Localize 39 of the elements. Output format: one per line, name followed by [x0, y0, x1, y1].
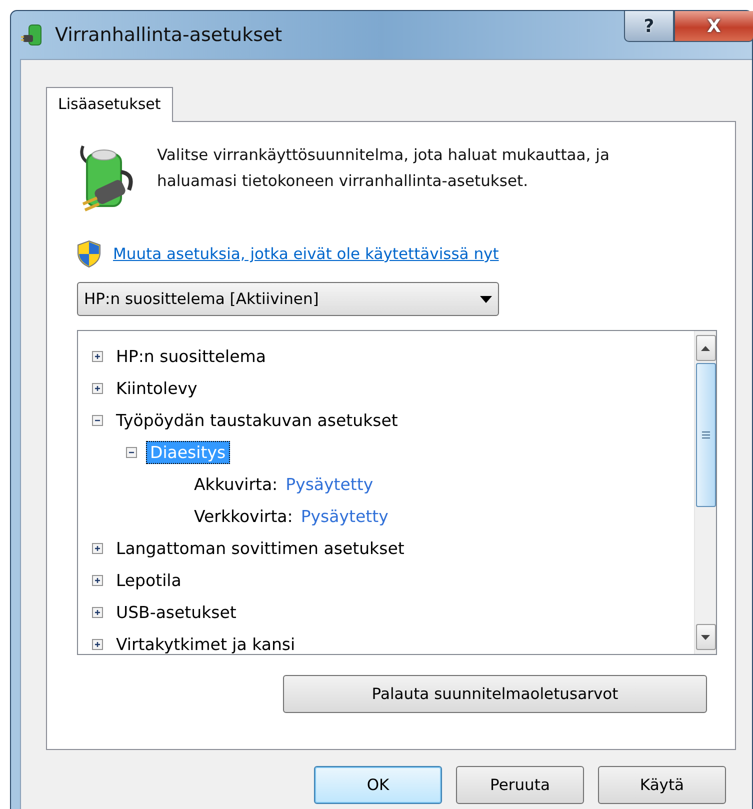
setting-label: Akkuvirta:	[194, 474, 278, 494]
tree-item[interactable]: Kiintolevy	[112, 376, 202, 400]
shield-icon	[77, 240, 101, 268]
tree-item[interactable]: Langattoman sovittimen asetukset	[112, 536, 408, 560]
dialog-button[interactable]: OK	[314, 766, 442, 804]
up-arrow-icon	[701, 346, 710, 350]
change-settings-link[interactable]: Muuta asetuksia, jotka eivät ole käytettävissä nyt	[113, 245, 499, 263]
dialog-button[interactable]: Käytä	[598, 766, 726, 804]
tree-item[interactable]: Virtakytkimet ja kansi	[112, 632, 300, 654]
grip-icon	[702, 431, 710, 439]
scroll-up-button[interactable]	[696, 335, 716, 361]
expand-icon[interactable]	[92, 350, 103, 362]
close-button[interactable]: X	[674, 11, 753, 42]
tree-item[interactable]: Lepotila	[112, 568, 186, 592]
expand-icon[interactable]	[92, 574, 103, 586]
tree-item[interactable]: Työpöydän taustakuvan asetukset	[112, 408, 402, 432]
dialog-button[interactable]: Peruuta	[456, 766, 584, 804]
scrollbar[interactable]	[694, 331, 716, 654]
restore-defaults-button[interactable]: Palauta suunnitelmaoletusarvot	[283, 675, 707, 713]
setting-value-link[interactable]: Pysäytetty	[286, 474, 374, 494]
tree-item[interactable]: HP:n suosittelema	[112, 344, 270, 368]
collapse-icon[interactable]	[126, 446, 137, 458]
plan-dropdown[interactable]: HP:n suosittelema [Aktiivinen]	[77, 282, 499, 316]
expand-icon[interactable]	[92, 542, 103, 554]
intro-text: Valitse virrankäyttösuunnitelma, jota haluat mukauttaa, ja haluamasi tietokoneen virranhallinta-asetukset.	[157, 145, 610, 192]
tab[interactable]: Lisäasetukset	[46, 87, 173, 122]
setting-value-link[interactable]: Pysäytetty	[300, 506, 388, 526]
expand-icon[interactable]	[92, 638, 103, 650]
scroll-down-button[interactable]	[696, 624, 716, 650]
down-arrow-icon	[701, 634, 710, 640]
window-title: Virranhallinta-asetukset	[55, 24, 282, 46]
expand-icon[interactable]	[92, 606, 103, 618]
setting-label: Verkkovirta:	[194, 506, 293, 526]
expand-icon[interactable]	[92, 382, 103, 394]
help-button[interactable]: ?	[624, 11, 674, 42]
dropdown-arrow-icon	[480, 296, 492, 302]
collapse-icon[interactable]	[92, 414, 103, 426]
tree-item[interactable]: USB-asetukset	[112, 600, 240, 624]
scroll-thumb[interactable]	[696, 363, 716, 507]
